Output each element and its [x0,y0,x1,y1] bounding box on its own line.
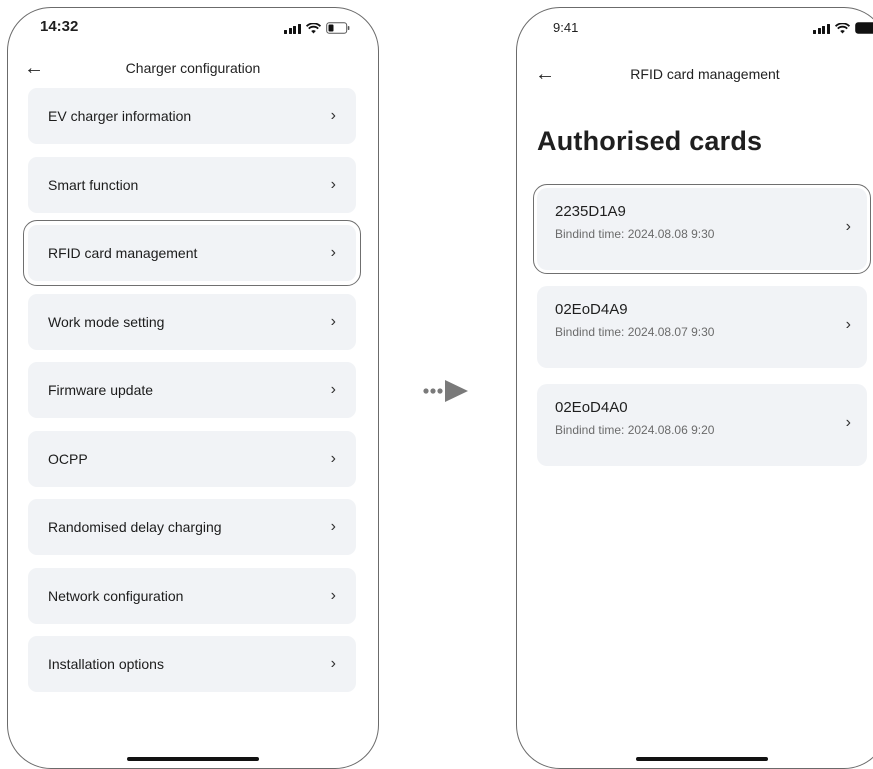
menu-item-randomised-delay-charging[interactable]: Randomised delay charging › [28,499,356,555]
menu-item-label: Work mode setting [48,313,165,330]
chevron-right-icon: › [845,316,851,333]
chevron-right-icon: › [330,518,336,535]
menu-item-label: Randomised delay charging [48,519,222,535]
battery-icon [325,22,350,34]
home-indicator [127,757,259,761]
card-binding-time: Bindind time: 2024.08.08 9:30 [555,227,715,241]
menu-item-ocpp[interactable]: OCPP › [28,430,356,487]
page-title: Charger configuration [125,60,261,76]
card-binding-time: Bindind time: 2024.08.06 9:20 [555,423,715,437]
wifi-icon [834,22,850,34]
menu-item-installation-options[interactable]: Installation options › [28,636,356,692]
status-icons [813,22,873,34]
nav-bar: ← RFID card management [517,62,873,88]
status-time: 14:32 [40,18,79,35]
phone-rfid-card-management: 9:41 ← RFID card management Authorised c… [516,7,873,769]
chevron-right-icon: › [330,586,336,604]
card-id: 2235D1A9 [555,203,626,220]
menu-item-work-mode-setting[interactable]: Work mode setting › [28,293,356,350]
home-indicator [636,757,768,761]
menu-item-firmware-update[interactable]: Firmware update › [28,362,356,418]
status-time: 9:41 [553,20,579,35]
menu-item-label: Firmware update [48,382,154,398]
menu-item-ev-charger-information[interactable]: EV charger information › [28,88,356,144]
wifi-icon [305,22,321,34]
page-title: RFID card management [630,66,780,82]
card-id: 02EoD4A9 [555,301,628,318]
chevron-right-icon: › [330,655,336,672]
nav-bar: ← Charger configuration [8,56,378,82]
chevron-right-icon: › [330,244,336,261]
dotted-arrow-right-icon [423,380,468,402]
chevron-right-icon: › [330,449,336,467]
chevron-right-icon: › [330,312,336,330]
status-bar: 14:32 [8,18,378,44]
menu-item-label: Network configuration [48,587,184,604]
battery-icon [854,22,873,34]
chevron-right-icon: › [330,381,336,398]
card-list: 2235D1A9 Bindind time: 2024.08.08 9:30 ›… [533,184,871,482]
card-item[interactable]: 2235D1A9 Bindind time: 2024.08.08 9:30 › [533,184,871,274]
chevron-right-icon: › [330,107,336,124]
chevron-right-icon: › [845,414,851,431]
cellular-signal-icon [284,23,301,34]
menu-item-label: Installation options [48,656,164,672]
settings-menu: EV charger information › Smart function … [23,88,361,705]
card-id: 02EoD4A0 [555,399,628,416]
menu-item-network-configuration[interactable]: Network configuration › [28,567,356,624]
card-item[interactable]: 02EoD4A0 Bindind time: 2024.08.06 9:20 › [537,384,867,466]
menu-item-rfid-card-management[interactable]: RFID card management › [23,220,361,286]
page-heading: Authorised cards [537,126,763,156]
phone-charger-configuration: 14:32 ← Charger configuration EV charger… [7,7,379,769]
menu-item-label: Smart function [48,176,139,193]
menu-item-label: RFID card management [48,245,198,261]
card-item[interactable]: 02EoD4A9 Bindind time: 2024.08.07 9:30 › [537,286,867,368]
cellular-signal-icon [813,23,830,34]
menu-item-label: OCPP [48,450,88,467]
menu-item-label: EV charger information [48,108,192,124]
menu-item-smart-function[interactable]: Smart function › [28,156,356,213]
status-bar: 9:41 [517,18,873,44]
card-binding-time: Bindind time: 2024.08.07 9:30 [555,325,715,339]
chevron-right-icon: › [845,218,851,235]
status-icons [284,22,350,34]
chevron-right-icon: › [330,175,336,193]
